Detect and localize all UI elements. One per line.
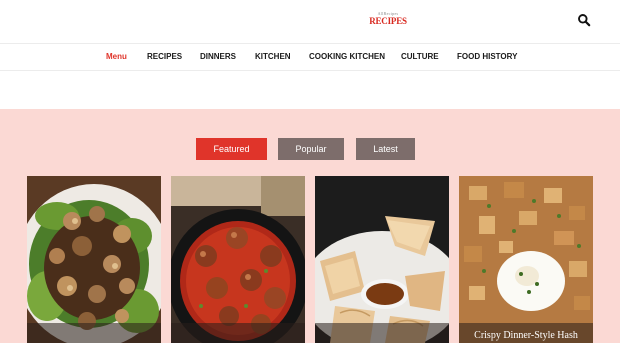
meatballs-in-tomato-sauce-photo [171, 176, 305, 343]
recipe-card[interactable] [315, 176, 449, 343]
ad-spacer [0, 71, 620, 110]
nav-item-culture[interactable]: CULTURE [401, 52, 439, 62]
nav-item-dinners[interactable]: DINNERS [200, 52, 236, 62]
card-caption [171, 323, 305, 343]
search-icon[interactable] [577, 13, 591, 27]
card-title: Crispy Dinner-Style Hash [474, 330, 578, 341]
nav-item-menu[interactable]: Menu [106, 52, 127, 62]
mushroom-lentil-salad-photo [27, 176, 161, 343]
logo-main-text: RECIPES [369, 16, 407, 26]
tab-popular[interactable]: Popular [278, 138, 344, 160]
site-logo[interactable]: AllRecipes RECIPES [366, 11, 410, 33]
card-caption [315, 323, 449, 343]
tab-latest[interactable]: Latest [356, 138, 415, 160]
main-nav: Menu RECIPES DINNERS KITCHEN COOKING KIT… [0, 44, 620, 71]
recipe-card[interactable] [171, 176, 305, 343]
nav-item-food-history[interactable]: FOOD HISTORY [457, 52, 517, 62]
card-caption: Crispy Dinner-Style Hash [459, 323, 593, 343]
top-header: AllRecipes RECIPES [0, 0, 620, 44]
crispy-hash-with-egg-photo [459, 176, 593, 343]
tab-featured[interactable]: Featured [196, 138, 267, 160]
fried-dumplings-with-dip-photo [315, 176, 449, 343]
recipe-card[interactable]: Crispy Dinner-Style Hash [459, 176, 593, 343]
nav-item-recipes[interactable]: RECIPES [147, 52, 182, 62]
recipe-card[interactable] [27, 176, 161, 343]
nav-item-kitchen[interactable]: KITCHEN [255, 52, 291, 62]
card-caption [27, 323, 161, 343]
nav-item-cooking-kitchen[interactable]: COOKING KITCHEN [309, 52, 385, 62]
